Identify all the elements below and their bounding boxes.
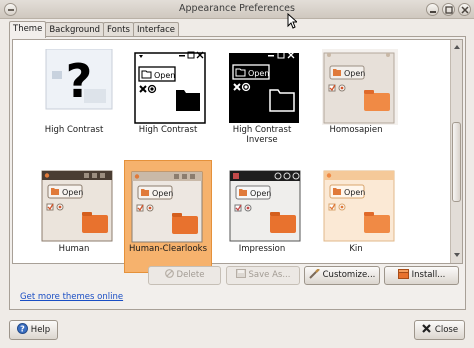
customize-brush-icon (308, 268, 320, 279)
close-window-button[interactable] (458, 3, 471, 16)
delete-theme-button[interactable]: Delete (148, 266, 221, 285)
customize-button[interactable]: Customize... (304, 266, 380, 285)
theme-preview-human-clearlooks: Open (131, 171, 203, 243)
theme-list[interactable]: ? High Contrast Open High Contrast Open … (12, 39, 463, 273)
theme-item-impression[interactable]: Open Impression (218, 160, 306, 273)
theme-name: High Contrast (44, 125, 104, 135)
theme-item-high-contrast-2[interactable]: Open High Contrast (124, 42, 212, 155)
maximize-button[interactable] (442, 3, 455, 16)
theme-name: Human-Clearlooks (128, 244, 208, 254)
tab-bar: Theme Background Fonts Interface (9, 21, 180, 38)
svg-text:Open: Open (344, 188, 365, 197)
theme-preview-human: Open (41, 170, 113, 242)
svg-text:Open: Open (250, 189, 271, 198)
theme-name: High Contrast Inverse (232, 125, 292, 145)
svg-text:Open: Open (154, 71, 175, 80)
minimize-icon (430, 11, 436, 13)
install-package-icon (397, 268, 409, 279)
help-icon: ? (16, 323, 28, 334)
close-icon (461, 6, 469, 14)
theme-preview-high-contrast-1: ? (45, 49, 113, 110)
theme-item-high-contrast-inverse[interactable]: Open High Contrast Inverse (218, 42, 306, 155)
svg-text:Open: Open (62, 188, 83, 197)
scroll-down-arrow-icon[interactable] (453, 251, 461, 259)
svg-text:Open: Open (248, 69, 269, 78)
theme-name: Homosapien (329, 125, 383, 135)
tab-fonts[interactable]: Fonts (103, 22, 134, 37)
theme-item-high-contrast-1[interactable]: ? High Contrast (30, 42, 118, 155)
theme-item-human-clearlooks[interactable]: Open Human-Clearlooks (124, 160, 212, 273)
theme-item-kin[interactable]: Open Kin (312, 160, 400, 273)
close-dialog-icon (422, 324, 431, 333)
install-button[interactable]: Install... (384, 266, 459, 285)
save-as-button[interactable]: Save As... (226, 266, 300, 285)
theme-list-scrollbar[interactable] (450, 40, 462, 263)
theme-tab-page: ? High Contrast Open High Contrast Open … (9, 36, 466, 310)
theme-preview-homosapien: Open (322, 49, 398, 125)
theme-name: Impression (238, 244, 286, 254)
theme-name: High Contrast (138, 125, 198, 135)
scroll-up-arrow-icon[interactable] (453, 43, 461, 51)
theme-preview-kin: Open (323, 170, 395, 242)
delete-icon (164, 269, 174, 278)
theme-preview-high-contrast-2: Open (134, 51, 206, 124)
tab-interface[interactable]: Interface (132, 22, 180, 37)
scrollbar-thumb[interactable] (452, 122, 461, 202)
title-bar[interactable]: Appearance Preferences (0, 0, 474, 29)
maximize-icon (445, 6, 453, 14)
window-title: Appearance Preferences (179, 3, 295, 14)
get-more-themes-link[interactable]: Get more themes online (20, 292, 123, 302)
theme-name: Human (58, 244, 90, 254)
theme-name: Kin (349, 244, 363, 254)
tab-theme[interactable]: Theme (9, 21, 47, 38)
minimize-button[interactable] (426, 3, 439, 16)
mouse-cursor-icon (287, 13, 297, 29)
tab-background[interactable]: Background (45, 22, 105, 37)
appearance-preferences-window: Appearance Preferences Theme Background … (0, 0, 474, 348)
help-button[interactable]: ? Help (9, 320, 58, 340)
svg-text:Open: Open (344, 69, 365, 78)
theme-preview-high-contrast-inverse: Open (229, 51, 299, 123)
theme-item-human[interactable]: Open Human (30, 160, 118, 273)
missing-preview-glyph: ? (66, 54, 93, 108)
close-button[interactable]: Close (414, 320, 465, 340)
save-icon (235, 269, 246, 278)
theme-item-homosapien[interactable]: Open Homosapien (312, 42, 400, 155)
theme-preview-impression: Open (229, 170, 301, 242)
svg-text:Open: Open (152, 189, 173, 198)
svg-text:?: ? (20, 325, 25, 334)
